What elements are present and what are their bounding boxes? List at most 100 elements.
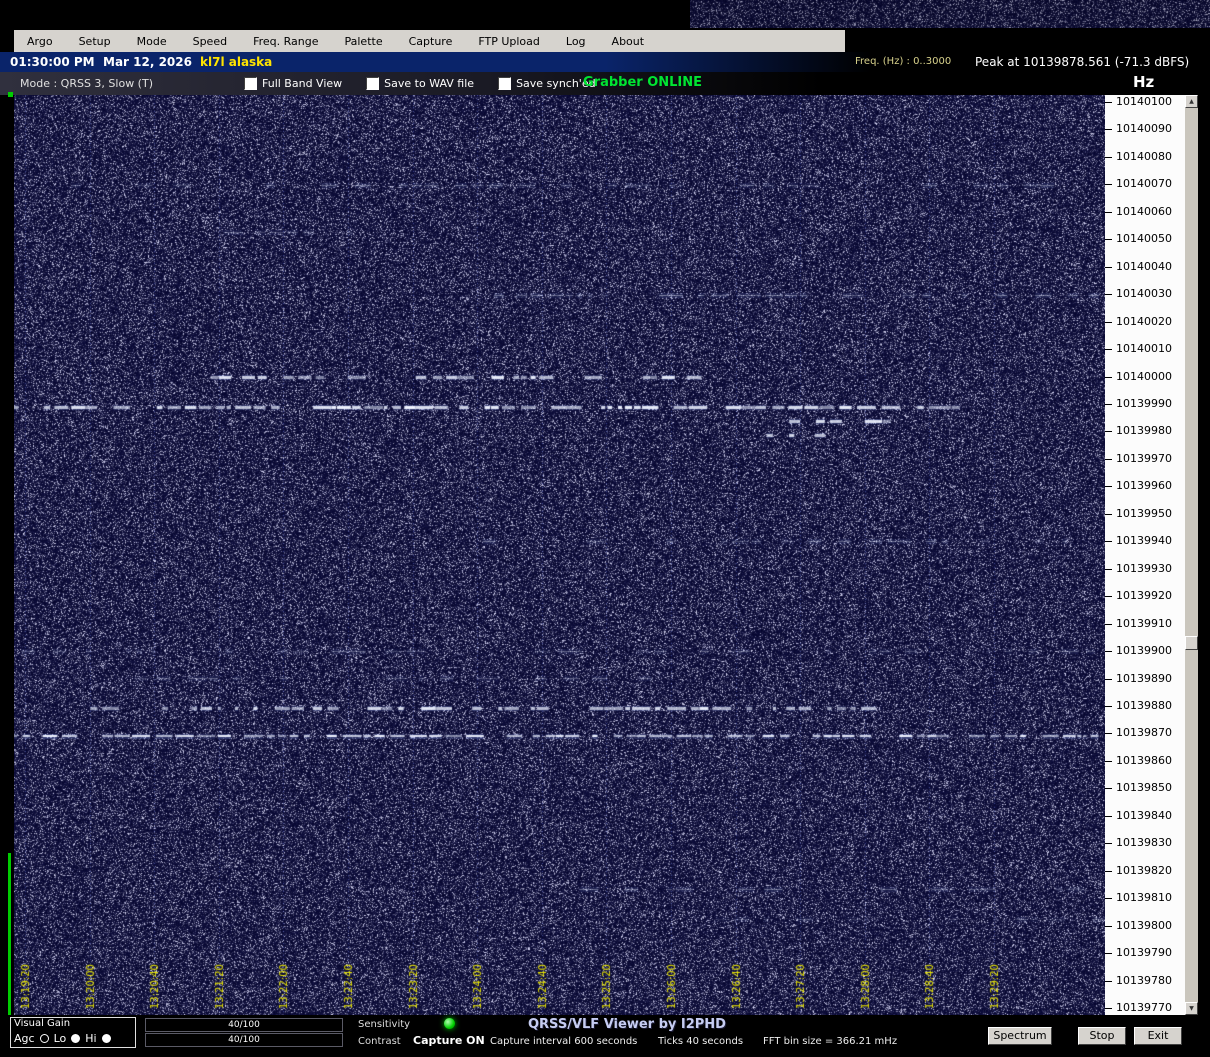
- freq-tick: [1105, 569, 1112, 570]
- freq-tick: [1105, 981, 1112, 982]
- freq-tick: [1105, 624, 1112, 625]
- freq-tick: [1105, 953, 1112, 954]
- freq-label: 10139820: [1116, 864, 1172, 877]
- argo-app-window: Argo Setup Mode Speed Freq. Range Palette Capt…: [0, 0, 1210, 1057]
- freq-tick: [1105, 926, 1112, 927]
- freq-label: 10139770: [1116, 1001, 1172, 1014]
- radio-label-lo: Lo: [53, 1032, 67, 1045]
- radio-label-agc: Agc: [14, 1032, 35, 1045]
- status-row: 01:30:00 PM Mar 12, 2026 kl7l alaska Fre…: [0, 52, 1210, 72]
- freq-tick: [1105, 1008, 1112, 1009]
- freq-tick: [1105, 871, 1112, 872]
- freq-label: 10139870: [1116, 726, 1172, 739]
- freq-label: 10139780: [1116, 974, 1172, 987]
- capture-interval-label: Capture interval 600 seconds: [490, 1036, 638, 1047]
- freq-tick: [1105, 651, 1112, 652]
- menu-item-speed[interactable]: Speed: [180, 35, 240, 48]
- freq-tick: [1105, 349, 1112, 350]
- freq-tick: [1105, 294, 1112, 295]
- checkbox-label: Full Band View: [262, 77, 343, 90]
- menu-item-argo[interactable]: Argo: [14, 35, 66, 48]
- freq-tick: [1105, 788, 1112, 789]
- freq-tick: [1105, 596, 1112, 597]
- freq-tick: [1105, 816, 1112, 817]
- scroll-up-icon[interactable]: ▲: [1185, 95, 1198, 108]
- freq-tick: [1105, 157, 1112, 158]
- grabber-status: Grabber ONLINE: [583, 75, 703, 90]
- freq-label: 10139860: [1116, 754, 1172, 767]
- freq-label: 10139810: [1116, 891, 1172, 904]
- exit-button[interactable]: Exit: [1134, 1027, 1182, 1045]
- capture-progress-strip: [8, 853, 11, 1015]
- freq-label: 10139890: [1116, 672, 1172, 685]
- freq-tick: [1105, 102, 1112, 103]
- menu-item-ftp-upload[interactable]: FTP Upload: [465, 35, 553, 48]
- sensitivity-label: Sensitivity: [358, 1019, 411, 1030]
- app-title: QRSS/VLF Viewer by I2PHD: [528, 1017, 726, 1032]
- menu-item-capture[interactable]: Capture: [396, 35, 466, 48]
- scroll-down-icon[interactable]: ▼: [1185, 1002, 1198, 1015]
- sensitivity-value: 40/100: [228, 1020, 260, 1030]
- freq-tick: [1105, 541, 1112, 542]
- radio-label-hi: Hi: [85, 1032, 97, 1045]
- capture-led-icon: [444, 1018, 455, 1029]
- ticks-label: Ticks 40 seconds: [658, 1036, 744, 1047]
- background-spectrum-strip: [690, 0, 1210, 28]
- menu-item-mode[interactable]: Mode: [124, 35, 180, 48]
- freq-label: 10139970: [1116, 452, 1172, 465]
- spectrum-button[interactable]: Spectrum: [988, 1027, 1052, 1045]
- freq-tick: [1105, 184, 1112, 185]
- menu-item-log[interactable]: Log: [553, 35, 599, 48]
- freq-label: 10140090: [1116, 122, 1172, 135]
- freq-label: 10140070: [1116, 177, 1172, 190]
- freq-label: 10140040: [1116, 260, 1172, 273]
- menu-item-palette[interactable]: Palette: [332, 35, 396, 48]
- freq-label: 10139950: [1116, 507, 1172, 520]
- freq-label: 10139830: [1116, 836, 1172, 849]
- visual-gain-panel: Visual Gain Agc Lo Hi: [10, 1017, 136, 1048]
- sensitivity-slider[interactable]: 40/100: [145, 1018, 343, 1032]
- freq-label: 10139900: [1116, 644, 1172, 657]
- frequency-scrollbar[interactable]: ▲ ▼: [1185, 95, 1198, 1015]
- callsign-label: kl7l alaska: [200, 55, 273, 69]
- freq-tick: [1105, 404, 1112, 405]
- mode-label: Mode : QRSS 3, Slow (T): [20, 77, 153, 90]
- freq-label: 10139990: [1116, 397, 1172, 410]
- freq-label: 10139790: [1116, 946, 1172, 959]
- bottom-control-bar: Visual Gain Agc Lo Hi 40/100 40/100 Sensit…: [0, 1015, 1210, 1057]
- checkbox-label: Save to WAV file: [384, 77, 475, 90]
- freq-tick: [1105, 267, 1112, 268]
- freq-label: 10140020: [1116, 315, 1172, 328]
- freq-label: 10140030: [1116, 287, 1172, 300]
- checkbox-full-band-view[interactable]: Full Band View: [244, 77, 342, 90]
- checkbox-box[interactable]: [366, 77, 380, 90]
- radio-agc[interactable]: [39, 1034, 49, 1043]
- freq-tick: [1105, 843, 1112, 844]
- freq-label: 10139920: [1116, 589, 1172, 602]
- freq-label: 10139880: [1116, 699, 1172, 712]
- freq-label: 10140050: [1116, 232, 1172, 245]
- freq-tick: [1105, 212, 1112, 213]
- contrast-slider[interactable]: 40/100: [145, 1033, 343, 1047]
- freq-tick: [1105, 431, 1112, 432]
- checkbox-save-to-wav-file[interactable]: Save to WAV file: [366, 77, 474, 90]
- freq-label: 10140010: [1116, 342, 1172, 355]
- menu-item-freq-range[interactable]: Freq. Range: [240, 35, 331, 48]
- checkbox-box[interactable]: [244, 77, 257, 90]
- freq-tick: [1105, 129, 1112, 130]
- menu-item-about[interactable]: About: [599, 35, 658, 48]
- menu-item-setup[interactable]: Setup: [66, 35, 124, 48]
- hz-axis-label: Hz: [1133, 73, 1155, 91]
- freq-tick: [1105, 706, 1112, 707]
- checkbox-save-synch-ed[interactable]: Save synch'ed: [498, 77, 596, 90]
- radio-lo[interactable]: [71, 1034, 81, 1043]
- stop-button[interactable]: Stop: [1078, 1027, 1126, 1045]
- checkbox-box[interactable]: [498, 77, 512, 90]
- frequency-scale: 10140100 10140090 10140080 10140070 10140060…: [1105, 95, 1185, 1015]
- freq-label: 10140080: [1116, 150, 1172, 163]
- freq-label: 10139960: [1116, 479, 1172, 492]
- radio-hi[interactable]: [101, 1034, 111, 1043]
- scrollbar-thumb[interactable]: [1185, 636, 1198, 650]
- freq-label: 10139930: [1116, 562, 1172, 575]
- freq-tick: [1105, 761, 1112, 762]
